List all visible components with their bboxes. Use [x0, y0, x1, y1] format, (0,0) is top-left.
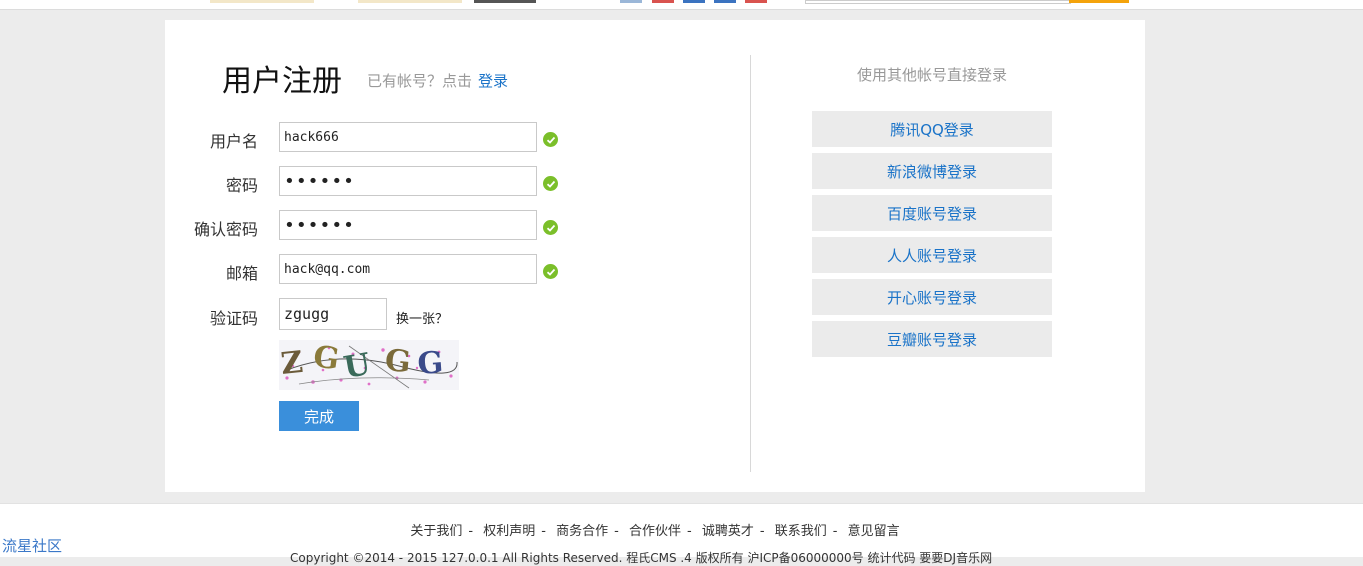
footer-link-contact[interactable]: 联系我们 [775, 524, 827, 539]
divider [750, 55, 751, 472]
captcha-input[interactable]: zgugg [279, 298, 387, 330]
top-banner-thumb[interactable] [358, 0, 462, 3]
footer-separator: - [541, 524, 546, 539]
footer-link-partners[interactable]: 合作伙伴 [629, 524, 681, 539]
captcha-label: 验证码 [209, 309, 258, 328]
share-icon[interactable] [745, 0, 767, 3]
confirm-password-input[interactable]: •••••• [279, 210, 537, 240]
footer-link-business[interactable]: 商务合作 [556, 524, 608, 539]
footer-separator: - [468, 524, 474, 539]
share-icon[interactable] [714, 0, 736, 3]
top-banner-thumb[interactable] [210, 0, 314, 3]
login-prompt: 已有帐号？点击 登录 [367, 70, 508, 91]
community-link[interactable]: 流星社区 [2, 535, 62, 556]
footer-link-feedback[interactable]: 意见留言 [848, 524, 900, 539]
check-icon [543, 176, 558, 191]
password-label: 密码 [225, 176, 258, 195]
qq-login-button[interactable]: 腾讯QQ登录 [812, 111, 1052, 147]
check-icon [543, 264, 558, 279]
footer-separator: - [759, 524, 765, 539]
social-login-title: 使用其他帐号直接登录 [856, 66, 1007, 84]
footer-links: 关于我们 - 权利声明 - 商务合作 - 合作伙伴 - 诚聘英才 - 联系我们 - 意见留言 [0, 520, 1310, 539]
kaixin-login-button[interactable]: 开心账号登录 [812, 279, 1052, 315]
username-input[interactable]: hack666 [279, 122, 537, 152]
top-search-button[interactable] [1069, 0, 1129, 3]
share-icon[interactable] [620, 0, 642, 3]
email-input[interactable]: hack@qq.com [279, 254, 537, 284]
renren-login-button[interactable]: 人人账号登录 [812, 237, 1052, 273]
top-search-input[interactable] [805, 0, 1071, 4]
weibo-login-button[interactable]: 新浪微博登录 [812, 153, 1052, 189]
footer-separator: - [832, 524, 838, 539]
captcha-image[interactable]: Z GU G G [279, 340, 459, 390]
top-bar [0, 0, 1363, 10]
password-input[interactable]: •••••• [279, 166, 537, 196]
check-icon [543, 220, 558, 235]
username-label: 用户名 [209, 132, 258, 151]
footer-link-rights[interactable]: 权利声明 [483, 524, 535, 539]
share-icon[interactable] [683, 0, 705, 3]
share-icon[interactable] [652, 0, 674, 3]
baidu-login-button[interactable]: 百度账号登录 [812, 195, 1052, 231]
submit-button[interactable]: 完成 [279, 401, 359, 431]
page-title: 用户注册 [222, 64, 342, 99]
login-prompt-text: 已有帐号？点击 [367, 72, 473, 90]
confirm-password-label: 确认密码 [193, 220, 258, 239]
register-panel: 用户注册 已有帐号？点击 登录 用户名 hack666 密码 •••••• 确认密… [165, 20, 1145, 492]
footer: 关于我们 - 权利声明 - 商务合作 - 合作伙伴 - 诚聘英才 - 联系我们 - 意见留言… [0, 503, 1363, 565]
email-label: 邮箱 [225, 264, 258, 283]
footer-separator: - [614, 524, 619, 539]
top-banner-thumb[interactable] [474, 0, 536, 3]
copyright-text: Copyright ©2014 - 2015 127.0.0.1 All Rig… [290, 551, 993, 565]
footer-separator: - [687, 524, 692, 539]
footer-link-jobs[interactable]: 诚聘英才 [702, 524, 754, 539]
douban-login-button[interactable]: 豆瓣账号登录 [812, 321, 1052, 357]
captcha-refresh-link[interactable]: 换一张？ [396, 308, 448, 327]
footer-link-about[interactable]: 关于我们 [410, 524, 462, 539]
login-link[interactable]: 登录 [478, 72, 508, 90]
check-icon [543, 132, 558, 147]
